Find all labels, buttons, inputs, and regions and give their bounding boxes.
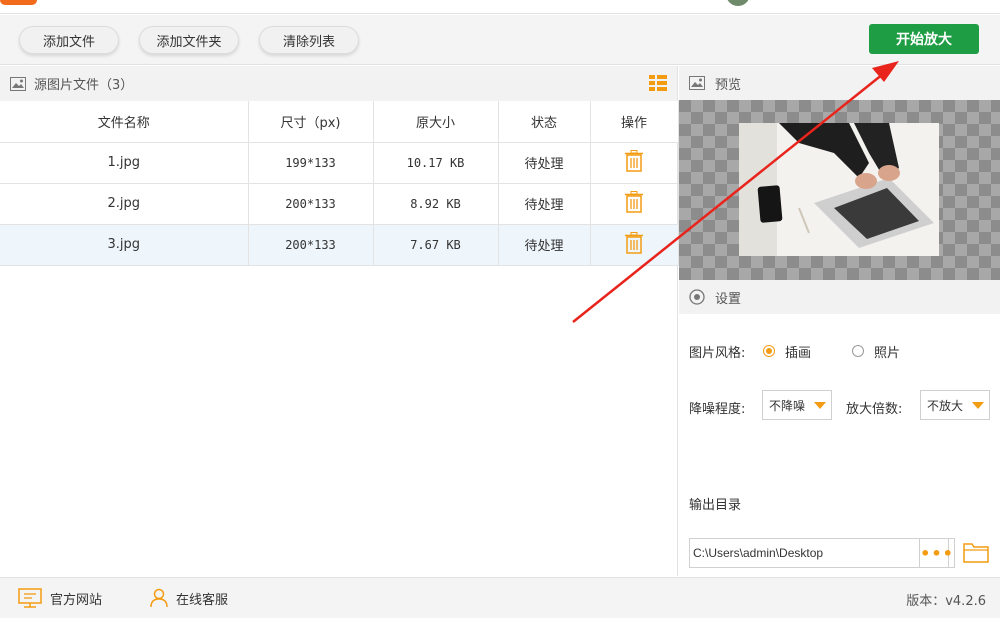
app-logo (0, 0, 37, 5)
noise-label: 降噪程度: (689, 402, 746, 417)
file-name: 2.jpg (0, 183, 249, 225)
column-header-filesize: 原大小 (373, 101, 499, 143)
file-status: 待处理 (498, 183, 591, 225)
file-list-panel: 源图片文件（3） 文件名称 尺寸（px) 原大小 状态 操作 1.jpg 199… (0, 66, 679, 576)
preview-icon (689, 76, 705, 90)
title-bar (0, 0, 1000, 14)
image-icon (10, 76, 26, 91)
file-size: 8.92 KB (373, 183, 499, 225)
file-dimensions: 199*133 (248, 142, 374, 184)
toolbar: 添加文件 添加文件夹 清除列表 开始放大 (0, 15, 1000, 65)
style-radio-photo[interactable] (852, 345, 864, 357)
settings-title: 设置 (715, 291, 742, 307)
column-header-size: 尺寸（px) (248, 101, 374, 143)
trash-icon[interactable] (625, 190, 643, 213)
column-header-status: 状态 (498, 101, 591, 143)
chevron-down-icon (814, 402, 826, 409)
table-row[interactable]: 1.jpg 199*133 10.17 KB 待处理 (0, 142, 679, 184)
website-link[interactable]: 官方网站 (18, 588, 102, 608)
output-path-value: C:\Users\admin\Desktop (693, 546, 824, 560)
output-label: 输出目录 (689, 498, 742, 513)
noise-select-value: 不降噪 (769, 398, 806, 413)
version-label: 版本：v4.2.6 (906, 594, 986, 609)
dots-icon: ••• (920, 543, 954, 563)
footer: 官方网站 在线客服 版本：v4.2.6 (0, 577, 1000, 618)
delete-cell (590, 224, 679, 266)
delete-cell (590, 183, 679, 225)
add-folder-button[interactable]: 添加文件夹 (139, 26, 239, 54)
preview-header: 预览 (679, 66, 1000, 100)
website-link-label: 官方网站 (50, 592, 103, 608)
file-dimensions: 200*133 (248, 224, 374, 266)
noise-select[interactable]: 不降噪 (762, 390, 832, 420)
output-path-input[interactable]: C:\Users\admin\Desktop (689, 538, 949, 568)
table-header-row: 文件名称 尺寸（px) 原大小 状态 操作 (0, 101, 679, 143)
style-option-photo[interactable]: 照片 (874, 342, 900, 361)
preview-title: 预览 (715, 77, 742, 93)
right-panel: 预览 设置 图片风格: 插画 照片 降噪程度: 不降噪 放大倍数: 不放大 输出… (679, 66, 1000, 576)
trash-icon[interactable] (625, 149, 643, 172)
avatar[interactable] (726, 0, 750, 6)
table-row[interactable]: 2.jpg 200*133 8.92 KB 待处理 (0, 183, 679, 225)
style-label: 图片风格: (689, 346, 746, 361)
support-link[interactable]: 在线客服 (150, 588, 228, 608)
delete-cell (590, 142, 679, 184)
clear-list-button[interactable]: 清除列表 (259, 26, 359, 54)
user-icon (150, 588, 168, 608)
settings-body: 图片风格: 插画 照片 降噪程度: 不降噪 放大倍数: 不放大 输出目录 C:\… (679, 314, 1000, 576)
column-header-name: 文件名称 (0, 101, 249, 143)
settings-header: 设置 (679, 280, 1000, 314)
preview-canvas (679, 100, 1000, 280)
scale-select[interactable]: 不放大 (920, 390, 990, 420)
trash-icon[interactable] (625, 231, 643, 254)
browse-dots-button[interactable]: ••• (919, 538, 955, 568)
preview-image (739, 123, 939, 256)
table-row[interactable]: 3.jpg 200*133 7.67 KB 待处理 (0, 224, 679, 266)
support-link-label: 在线客服 (176, 592, 229, 608)
scale-select-value: 不放大 (927, 398, 964, 413)
file-dimensions: 200*133 (248, 183, 374, 225)
scale-label: 放大倍数: (846, 402, 903, 417)
file-size: 10.17 KB (373, 142, 499, 184)
add-file-button[interactable]: 添加文件 (19, 26, 119, 54)
start-enlarge-button[interactable]: 开始放大 (869, 24, 979, 54)
monitor-icon (18, 588, 42, 608)
settings-icon (689, 289, 705, 305)
chevron-down-icon (972, 402, 984, 409)
file-name: 1.jpg (0, 142, 249, 184)
file-size: 7.67 KB (373, 224, 499, 266)
file-list-header: 源图片文件（3） (0, 66, 677, 101)
column-header-action: 操作 (590, 101, 679, 143)
file-status: 待处理 (498, 224, 591, 266)
folder-icon[interactable] (963, 541, 989, 567)
file-list-title: 源图片文件（3） (34, 78, 134, 93)
style-option-illustration[interactable]: 插画 (785, 342, 811, 361)
file-table: 文件名称 尺寸（px) 原大小 状态 操作 1.jpg 199*133 10.1… (0, 101, 679, 266)
file-status: 待处理 (498, 142, 591, 184)
style-radio-illustration[interactable] (763, 345, 775, 357)
file-name: 3.jpg (0, 224, 249, 266)
list-view-icon[interactable] (649, 75, 667, 95)
